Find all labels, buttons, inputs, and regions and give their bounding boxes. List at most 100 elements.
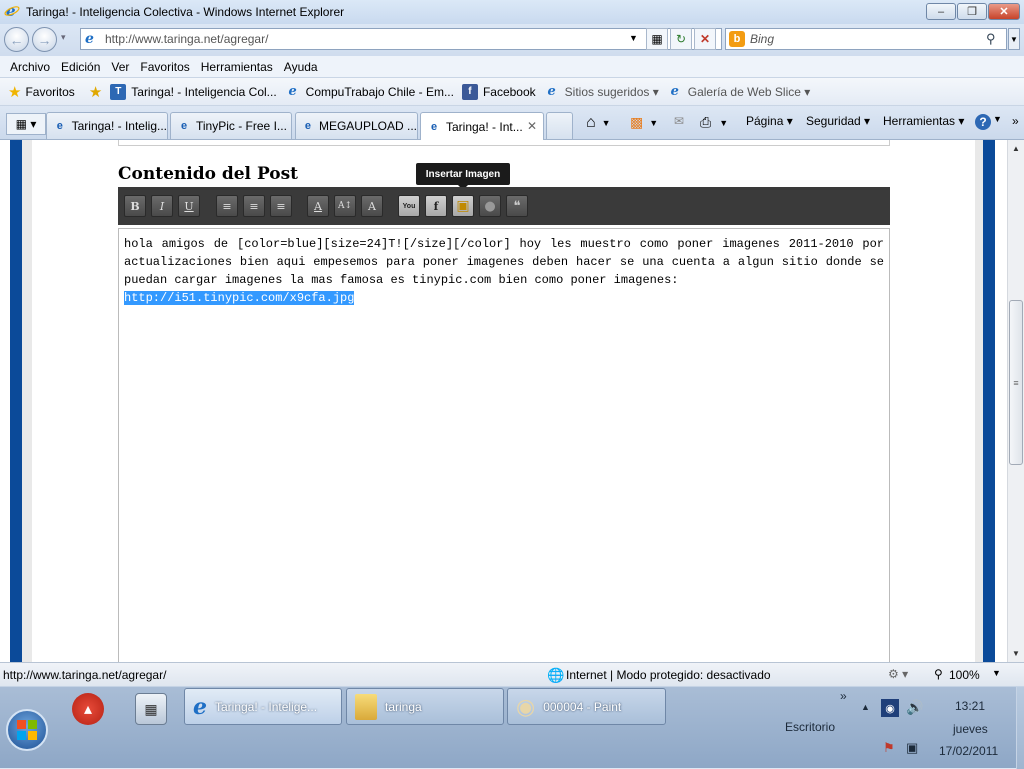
quote-button[interactable]: ❝	[506, 195, 528, 217]
search-options-icon[interactable]: ▼	[1008, 28, 1020, 50]
desktop-label[interactable]: Escritorio	[785, 720, 835, 734]
stop-icon[interactable]: ✕	[694, 28, 716, 50]
show-desktop-button[interactable]	[1016, 687, 1024, 769]
right-border-stripe	[983, 140, 995, 662]
search-input[interactable]: b Bing ⚲	[725, 28, 1007, 50]
font-size-button[interactable]: A↕	[334, 195, 356, 217]
safety-menu[interactable]: Seguridad ▾	[806, 114, 870, 128]
fav-item-facebook[interactable]: f Facebook	[461, 83, 536, 100]
toolbar-expand-icon[interactable]: »	[840, 689, 847, 703]
help-icon[interactable]: ?	[975, 114, 991, 130]
address-input[interactable]: e http://www.taringa.net/agregar/ ▼	[80, 28, 722, 50]
flash-button[interactable]: f	[425, 195, 447, 217]
tab-label: Taringa! - Intelig...	[71, 119, 167, 133]
align-center-button[interactable]: ≡	[243, 195, 265, 217]
tab-label: Taringa! - Int...	[446, 119, 523, 134]
menu-edicion[interactable]: Edición	[61, 60, 100, 74]
taskbar-label: 000004 - Paint	[543, 699, 622, 714]
close-tab-icon[interactable]: ✕	[527, 119, 537, 133]
ie-logo-icon: e	[4, 2, 20, 22]
taskbar-label: taringa	[385, 699, 422, 714]
fav-item-web-slice[interactable]: e Galería de Web Slice ▾	[667, 84, 811, 100]
ie-tab-icon: e	[304, 120, 312, 132]
compatibility-view-icon[interactable]: ▦	[646, 28, 668, 50]
fav-item-computrabajo[interactable]: e CompuTrabajo Chile - Em...	[285, 84, 454, 100]
tools-menu[interactable]: Herramientas ▾	[883, 114, 964, 128]
bing-icon: b	[729, 31, 745, 47]
add-favorite-icon[interactable]: ★	[89, 83, 102, 101]
minimize-button[interactable]: –	[926, 3, 956, 20]
maximize-button[interactable]: ❐	[957, 3, 987, 20]
zoom-icon: ⚲	[934, 667, 943, 681]
circle-button[interactable]: ●	[479, 195, 501, 217]
previous-field-box	[118, 140, 890, 146]
post-body-textarea[interactable]: hola amigos de [color=blue][size=24]T![/…	[118, 228, 890, 662]
zoom-level[interactable]: 100%	[949, 668, 980, 682]
menu-herramientas[interactable]: Herramientas	[201, 60, 273, 74]
help-dropdown-icon[interactable]: ▼	[993, 114, 1002, 124]
clock-date: 17/02/2011	[939, 744, 999, 758]
quick-tabs-icon[interactable]: ▦ ▾	[6, 113, 46, 135]
menu-favoritos[interactable]: Favoritos	[140, 60, 189, 74]
mail-icon[interactable]: ✉	[674, 114, 684, 128]
taskbar-paint-button[interactable]: ◉ 000004 - Paint	[507, 688, 666, 725]
forward-button[interactable]: →	[32, 27, 57, 52]
bold-button[interactable]: B	[124, 195, 146, 217]
tab-tinypic[interactable]: e TinyPic - Free I...	[170, 112, 292, 139]
print-icon[interactable]: ⎙ ▼	[700, 114, 728, 131]
ie-page-icon: e	[670, 84, 679, 99]
display-icon[interactable]: ▣	[906, 740, 918, 756]
italic-button[interactable]: I	[151, 195, 173, 217]
font-color-button[interactable]: A	[307, 195, 329, 217]
left-border-stripe	[10, 140, 22, 662]
taskbar-ie-button[interactable]: e Taringa! - Intelige...	[184, 688, 342, 725]
new-tab-button[interactable]	[546, 112, 573, 139]
favorites-button[interactable]: ★ Favoritos	[8, 83, 75, 101]
more-commands-icon[interactable]: »	[1012, 114, 1019, 128]
editor-toolbar: B I U ≡ ≡ ≡ A A↕ A You f ▣ ● ❝	[118, 187, 890, 225]
fav-item-sitios-sugeridos[interactable]: e Sitios sugeridos ▾	[544, 84, 659, 100]
menu-ayuda[interactable]: Ayuda	[284, 60, 318, 74]
volume-icon[interactable]: 🔊	[906, 699, 923, 716]
network-icon[interactable]: ◉	[881, 699, 899, 717]
menu-archivo[interactable]: Archivo	[10, 60, 50, 74]
rss-feed-icon[interactable]: ▩ ▼	[630, 114, 658, 131]
start-button[interactable]	[6, 709, 48, 751]
page-icon: e	[85, 31, 94, 47]
show-hidden-icons[interactable]: ▲	[861, 702, 870, 712]
protected-mode-icon[interactable]: ⚙ ▾	[888, 667, 908, 681]
youtube-button[interactable]: You	[398, 195, 420, 217]
scroll-down-arrow-icon[interactable]: ▼	[1008, 645, 1024, 661]
page-menu[interactable]: Página ▾	[746, 114, 793, 128]
font-face-button[interactable]: A	[361, 195, 383, 217]
tab-taringa-1[interactable]: e Taringa! - Intelig...	[46, 112, 168, 139]
close-button[interactable]: ✕	[988, 3, 1020, 20]
calculator-icon[interactable]: ▦	[135, 693, 167, 725]
fav-item-taringa[interactable]: T Taringa! - Inteligencia Col...	[110, 83, 277, 100]
history-dropdown-icon[interactable]: ▾	[61, 32, 66, 43]
action-center-icon[interactable]: ⚑	[883, 740, 895, 756]
align-right-button[interactable]: ≡	[270, 195, 292, 217]
back-button[interactable]: ←	[4, 27, 29, 52]
home-icon[interactable]: ⌂ ▼	[586, 114, 611, 132]
taskbar-folder-button[interactable]: taringa	[346, 688, 504, 725]
insert-image-button[interactable]: ▣	[452, 195, 474, 217]
vertical-scrollbar[interactable]: ▲ ≡ ▼	[1007, 140, 1024, 662]
fav-label: CompuTrabajo Chile - Em...	[305, 84, 454, 99]
quicklaunch-app-icon[interactable]: ▴	[72, 693, 104, 725]
underline-button[interactable]: U	[178, 195, 200, 217]
refresh-icon[interactable]: ↻	[670, 28, 692, 50]
address-dropdown-icon[interactable]: ▼	[629, 33, 638, 43]
tab-taringa-active[interactable]: e Taringa! - Int... ✕	[420, 112, 544, 140]
scroll-thumb[interactable]: ≡	[1009, 300, 1023, 465]
ie-tab-icon: e	[180, 120, 188, 132]
zoom-dropdown-icon[interactable]: ▼	[992, 668, 1001, 678]
tab-megaupload[interactable]: e MEGAUPLOAD ...	[295, 112, 418, 139]
fav-label: Facebook	[482, 84, 536, 99]
address-row: ← → ▾ e http://www.taringa.net/agregar/ …	[0, 24, 1024, 56]
scroll-up-arrow-icon[interactable]: ▲	[1008, 140, 1024, 156]
search-icon[interactable]: ⚲	[986, 31, 996, 47]
menu-ver[interactable]: Ver	[111, 60, 129, 74]
align-left-button[interactable]: ≡	[216, 195, 238, 217]
favorites-bar: ★ Favoritos ★ T Taringa! - Inteligencia …	[0, 78, 1024, 106]
